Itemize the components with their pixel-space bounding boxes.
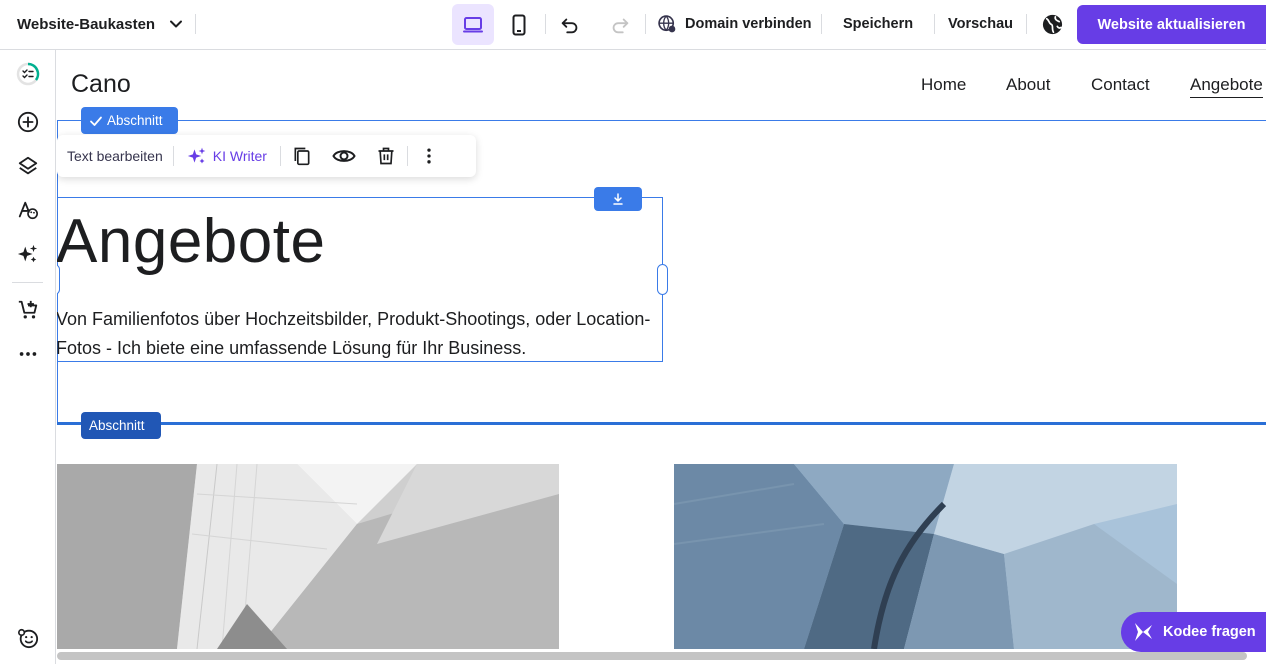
resize-handle-right[interactable] [657, 264, 668, 295]
divider [545, 14, 546, 34]
more-horizontal-icon [19, 352, 37, 356]
support-face-icon [18, 628, 39, 649]
more-button[interactable] [16, 342, 40, 366]
divider [1026, 14, 1027, 34]
globe-settings-icon [658, 15, 676, 33]
cart-add-icon [18, 300, 38, 319]
desktop-view-button[interactable] [452, 4, 494, 45]
sparkles-icon [187, 147, 206, 164]
element-toolbar: Text bearbeiten KI Writer [57, 135, 476, 177]
kodee-label: Kodee fragen [1163, 624, 1256, 640]
gallery-image-architecture-gray[interactable] [57, 464, 559, 649]
check-icon [90, 116, 102, 126]
layers-icon [18, 156, 38, 175]
add-element-button[interactable] [16, 110, 40, 134]
divider [12, 282, 43, 283]
kodee-logo-icon [1135, 623, 1152, 641]
nav-link-about[interactable]: About [1006, 75, 1050, 95]
nav-link-angebote[interactable]: Angebote [1190, 75, 1263, 98]
nav-link-home[interactable]: Home [921, 75, 966, 95]
section-badge[interactable]: Abschnitt [81, 412, 161, 439]
divider [934, 14, 935, 34]
text-palette-icon [18, 201, 38, 220]
mobile-view-button[interactable] [498, 4, 540, 45]
builder-menu-button[interactable]: Website-Baukasten [17, 0, 183, 48]
left-sidebar [0, 50, 56, 664]
gallery-image-architecture-blue[interactable] [674, 464, 1177, 649]
phone-icon [512, 14, 526, 35]
section-badge-label: Abschnitt [107, 113, 163, 128]
undo-button[interactable] [550, 4, 590, 45]
architecture-image [57, 464, 559, 649]
nav-link-contact[interactable]: Contact [1091, 75, 1150, 95]
preview-button[interactable]: Vorschau [948, 0, 1013, 48]
ai-writer-label: KI Writer [212, 148, 267, 164]
horizontal-scrollbar[interactable] [57, 652, 1247, 660]
architecture-image [674, 464, 1177, 649]
hero-title[interactable]: Angebote [57, 206, 325, 277]
publish-settings-button[interactable] [1035, 4, 1069, 45]
save-button[interactable]: Speichern [843, 0, 913, 48]
help-button[interactable] [16, 626, 40, 650]
ai-writer-button[interactable]: KI Writer [174, 146, 280, 166]
divider [645, 14, 646, 34]
undo-icon [561, 18, 578, 33]
laptop-icon [463, 16, 483, 32]
hero-text[interactable]: Von Familienfotos über Hochzeitsbilder, … [57, 305, 656, 363]
delete-button[interactable] [365, 135, 407, 177]
store-button[interactable] [16, 298, 40, 322]
connect-domain-label: Domain verbinden [685, 16, 812, 32]
plus-circle-icon [17, 111, 39, 133]
copy-icon [294, 147, 310, 166]
editor-canvas: Cano Home About Contact Angebote Abschni… [57, 50, 1266, 664]
visibility-button[interactable] [323, 135, 365, 177]
section-badge-label: Abschnitt [89, 418, 145, 433]
kodee-assistant-button[interactable]: Kodee fragen [1121, 612, 1266, 652]
chevron-down-icon [170, 20, 183, 28]
builder-title: Website-Baukasten [17, 15, 156, 33]
redo-icon [612, 18, 629, 33]
layers-button[interactable] [16, 154, 40, 178]
drag-handle[interactable] [594, 187, 642, 211]
globe-icon [1042, 14, 1062, 35]
section-divider-line [57, 422, 1266, 425]
site-logo[interactable]: Cano [71, 70, 131, 99]
redo-button[interactable] [600, 4, 640, 45]
connect-domain-button[interactable]: Domain verbinden [657, 0, 812, 48]
top-bar: Website-Baukasten Domain verbinden Speic… [0, 0, 1266, 50]
publish-button[interactable]: Website aktualisieren [1077, 5, 1266, 44]
divider [821, 14, 822, 34]
duplicate-button[interactable] [281, 135, 323, 177]
styles-button[interactable] [16, 198, 40, 222]
download-icon [613, 193, 623, 205]
progress-checklist-icon [16, 62, 40, 86]
checklist-progress-button[interactable] [16, 62, 40, 86]
ai-tools-button[interactable] [16, 242, 40, 266]
divider [195, 14, 196, 34]
more-vertical-icon [427, 148, 431, 164]
trash-icon [378, 147, 394, 165]
more-options-button[interactable] [408, 135, 450, 177]
eye-icon [332, 150, 356, 162]
section-badge-selected[interactable]: Abschnitt [81, 107, 178, 134]
edit-text-button[interactable]: Text bearbeiten [57, 148, 173, 164]
sparkles-icon [17, 244, 38, 263]
